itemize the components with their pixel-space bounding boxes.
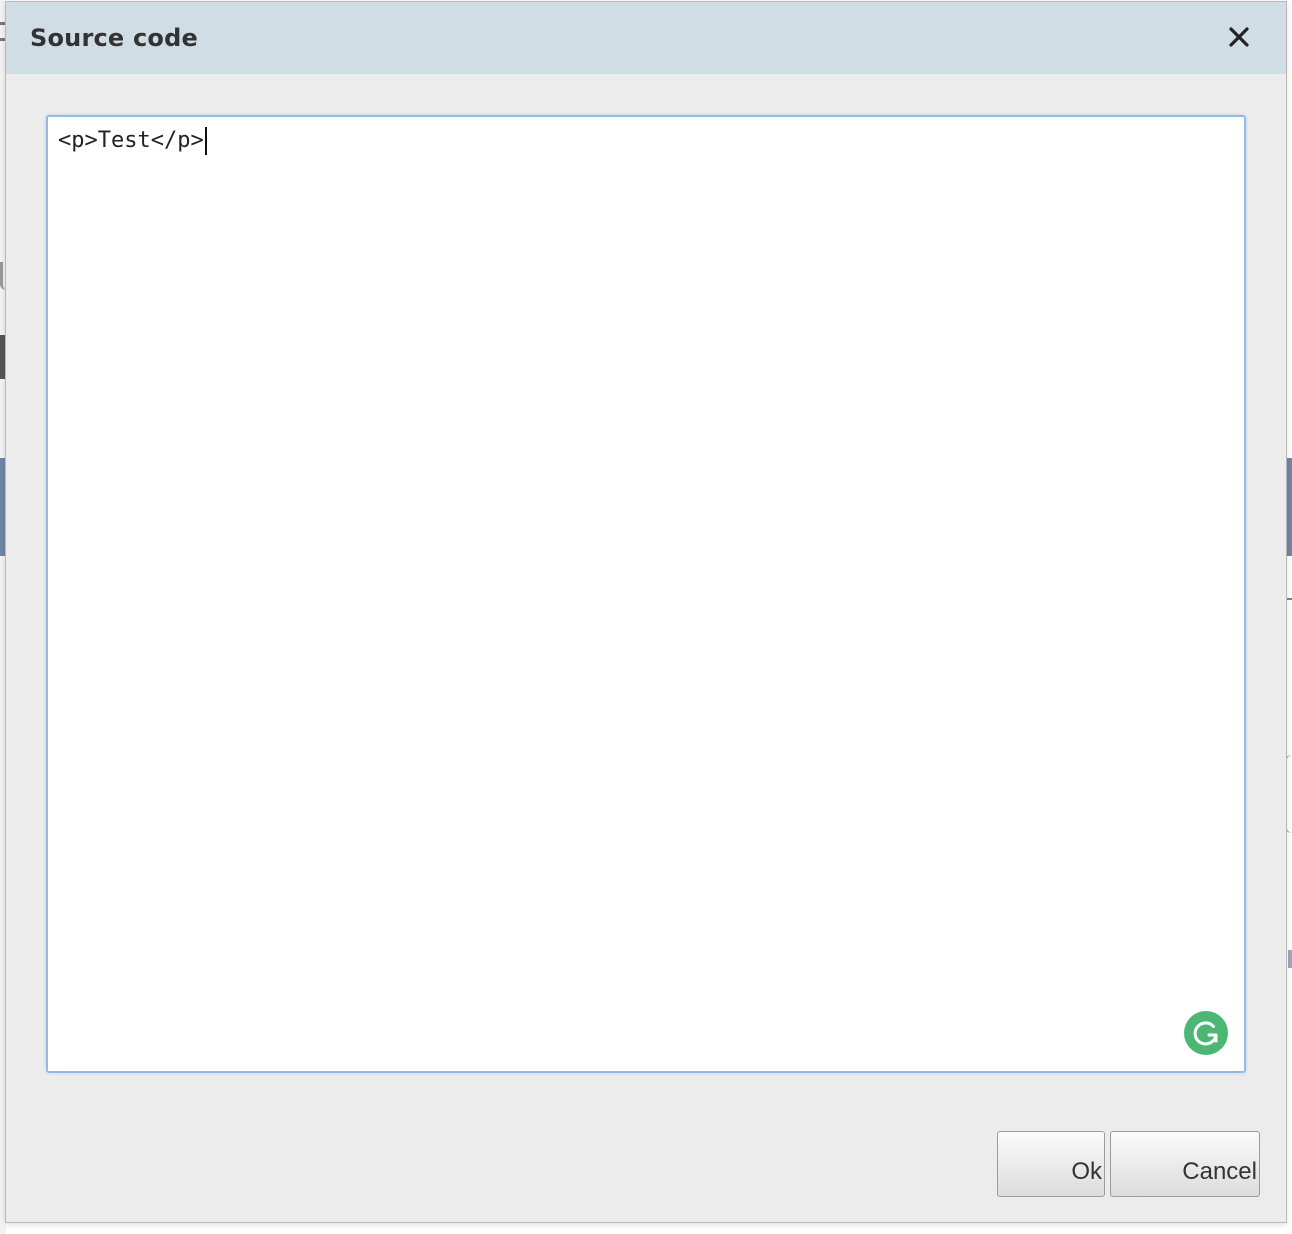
text-caret: [204, 127, 207, 155]
source-code-dialog: Source code <p>Test</p>: [5, 1, 1287, 1223]
grammarly-button[interactable]: [1184, 1011, 1228, 1055]
cancel-button[interactable]: Cancel: [1110, 1131, 1260, 1197]
page: Source code <p>Test</p> Ok Cancel: [0, 0, 1292, 1234]
dialog-title: Source code: [30, 24, 198, 52]
ok-button[interactable]: Ok: [997, 1131, 1105, 1197]
background-artifact: [1288, 950, 1292, 968]
grammarly-icon: [1193, 1021, 1218, 1046]
close-button[interactable]: [1222, 20, 1256, 54]
source-code-textarea[interactable]: <p>Test</p>: [46, 115, 1246, 1073]
dialog-header: Source code: [6, 2, 1286, 74]
close-icon: [1229, 27, 1249, 47]
editor-content-line: <p>Test</p>: [58, 127, 207, 155]
editor-content: <p>Test</p>: [58, 128, 204, 153]
